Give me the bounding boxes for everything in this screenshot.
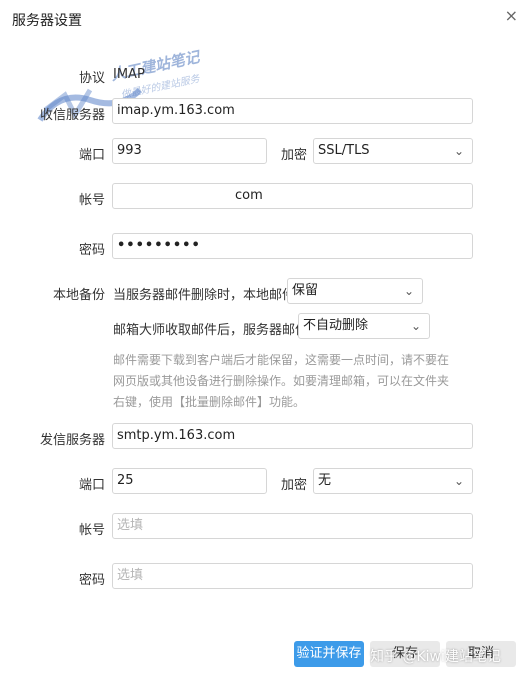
- backup-note: 邮件需要下载到客户端后才能保留，这需要一点时间，请不要在网页版或其他设备进行删除…: [113, 353, 450, 409]
- chevron-down-icon: ⌄: [453, 144, 464, 158]
- outgoing-encrypt-select[interactable]: 无 ⌄: [313, 468, 473, 494]
- incoming-encrypt-label: 加密: [281, 148, 308, 163]
- incoming-encrypt-value: SSL/TLS: [318, 143, 370, 158]
- outgoing-server-label: 发信服务器: [39, 433, 105, 448]
- incoming-server-label: 收信服务器: [39, 108, 105, 123]
- backup-rule1-select[interactable]: 保留 ⌄: [287, 278, 423, 304]
- watermark-bottom-text: 知乎 @Kiwi建站笔记: [370, 649, 501, 665]
- protocol-value: IMAP: [113, 67, 145, 82]
- outgoing-port-input[interactable]: 25: [112, 468, 267, 494]
- incoming-port-input[interactable]: 993: [112, 138, 267, 164]
- backup-rule2-value: 不自动删除: [303, 318, 369, 333]
- incoming-encrypt-select[interactable]: SSL/TLS ⌄: [313, 138, 473, 164]
- dialog-title: 服务器设置: [12, 13, 82, 29]
- backup-rule2-text: 邮箱大师收取邮件后，服务器邮件: [113, 323, 309, 338]
- incoming-password-input[interactable]: •••••••••: [112, 233, 473, 259]
- incoming-password-label: 密码: [78, 243, 105, 258]
- backup-rule2-select[interactable]: 不自动删除 ⌄: [298, 313, 430, 339]
- outgoing-account-input[interactable]: 选填: [112, 513, 473, 539]
- chevron-down-icon: ⌄: [403, 284, 414, 298]
- outgoing-encrypt-label: 加密: [281, 478, 308, 493]
- outgoing-password-input[interactable]: 选填: [112, 563, 473, 589]
- incoming-account-label: 帐号: [78, 193, 105, 208]
- outgoing-password-label: 密码: [78, 573, 105, 588]
- outgoing-encrypt-value: 无: [318, 473, 332, 488]
- protocol-label: 协议: [78, 71, 105, 86]
- backup-rule1-value: 保留: [292, 283, 319, 298]
- incoming-account-input[interactable]: com: [112, 183, 473, 209]
- backup-label: 本地备份: [52, 288, 105, 303]
- chevron-down-icon: ⌄: [410, 319, 421, 333]
- backup-rule1-text: 当服务器邮件删除时，本地邮件: [113, 288, 296, 303]
- outgoing-port-label: 端口: [78, 478, 105, 493]
- outgoing-account-label: 帐号: [78, 523, 105, 538]
- incoming-server-input[interactable]: imap.ym.163.com: [112, 98, 473, 124]
- incoming-port-label: 端口: [78, 148, 105, 163]
- outgoing-server-input[interactable]: smtp.ym.163.com: [112, 423, 473, 449]
- chevron-down-icon: ⌄: [453, 474, 464, 488]
- close-icon[interactable]: ×: [505, 6, 518, 25]
- incoming-account-value: com: [235, 188, 263, 203]
- verify-save-button[interactable]: 验证并保存: [294, 641, 364, 667]
